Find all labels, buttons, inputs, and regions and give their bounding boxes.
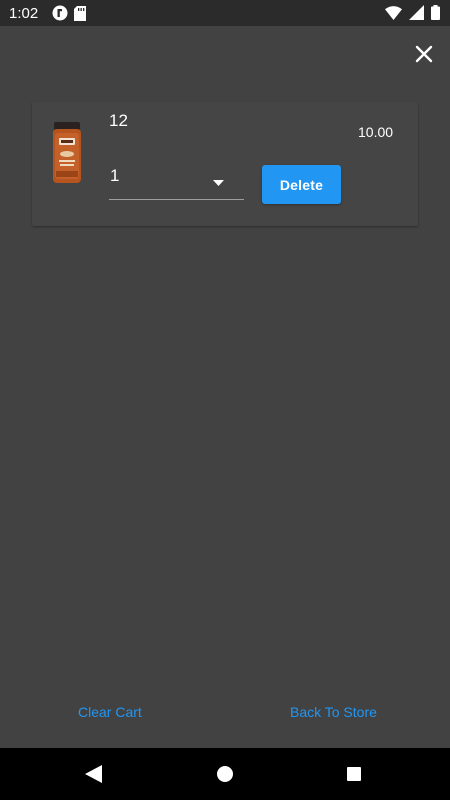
product-price: 10.00 bbox=[358, 124, 394, 140]
signal-icon bbox=[409, 5, 424, 25]
back-to-store-button[interactable]: Back To Store bbox=[290, 704, 377, 720]
app-notification-icon bbox=[52, 5, 68, 26]
home-icon[interactable] bbox=[217, 766, 233, 782]
wifi-icon bbox=[385, 5, 402, 25]
close-icon[interactable] bbox=[411, 41, 437, 67]
back-icon[interactable] bbox=[85, 765, 102, 788]
delete-button[interactable]: Delete bbox=[262, 165, 341, 204]
status-time: 1:02 bbox=[9, 5, 39, 22]
sd-card-icon bbox=[74, 5, 86, 26]
clear-cart-button[interactable]: Clear Cart bbox=[78, 704, 142, 720]
quantity-dropdown[interactable]: 1 bbox=[109, 159, 244, 200]
status-bar: 1:02 bbox=[0, 0, 450, 26]
product-name: 12 bbox=[109, 111, 128, 130]
cart-item-card: 12 10.00 1 Delete bbox=[32, 102, 418, 226]
battery-icon bbox=[431, 5, 440, 25]
product-jar-image bbox=[47, 121, 87, 185]
close-button[interactable] bbox=[411, 41, 437, 67]
dropdown-arrow-icon[interactable] bbox=[213, 173, 224, 191]
recents-icon[interactable] bbox=[347, 767, 361, 781]
navigation-bar bbox=[0, 748, 450, 800]
quantity-value: 1 bbox=[110, 166, 120, 185]
